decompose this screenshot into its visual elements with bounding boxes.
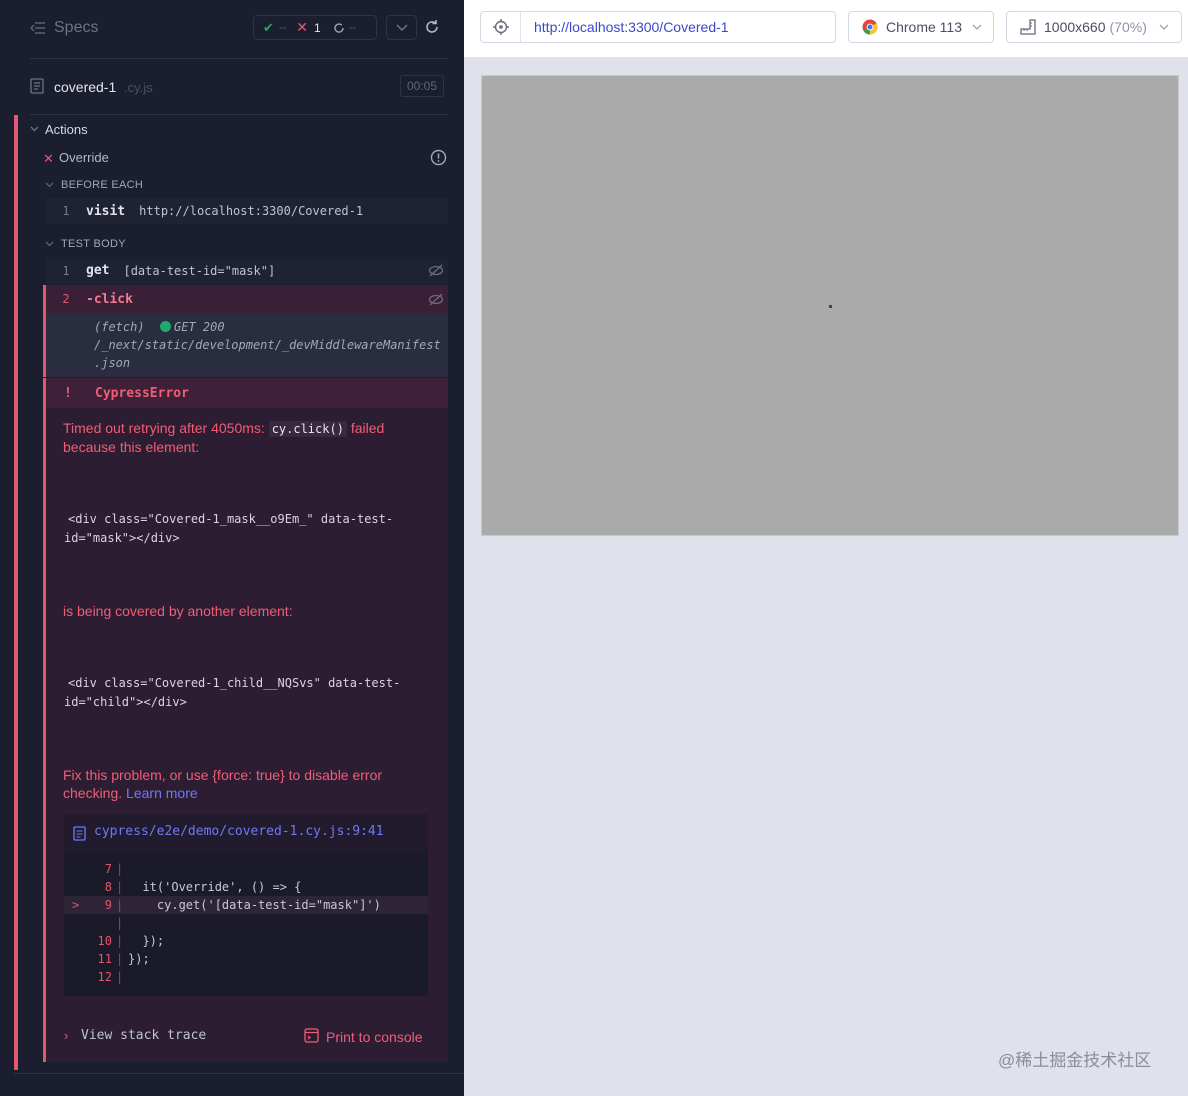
print-to-console-button[interactable]: Print to console <box>326 1029 423 1045</box>
spec-name: covered-1 <box>54 79 117 95</box>
console-icon <box>304 1028 319 1043</box>
covering-element-snippet: <div class="Covered-1_child__NQSvs" data… <box>64 676 401 709</box>
failed-x-icon: ✕ <box>296 19 308 35</box>
eye-slash-icon[interactable] <box>428 293 444 306</box>
fetch-url-line1: /_next/static/development/_devMiddleware… <box>94 338 441 352</box>
test-info-icon[interactable] <box>430 149 447 166</box>
command-click[interactable]: 2 -click <box>43 285 448 313</box>
passed-check-icon: ✔ <box>263 19 274 35</box>
command-get[interactable]: 1 get [data-test-id="mask"] <box>46 257 448 284</box>
chevron-down-icon <box>972 24 982 30</box>
eye-slash-icon[interactable] <box>428 264 444 277</box>
stats-pill: ✔ -- ✕ 1 -- <box>253 15 377 40</box>
fetch-status: GET 200 <box>174 320 225 334</box>
spec-file-icon <box>30 78 44 94</box>
browser-area: http://localhost:3300/Covered-1 Chrome 1… <box>464 0 1188 1096</box>
file-link[interactable]: cypress/e2e/demo/covered-1.cy.js:9:41 <box>94 824 384 839</box>
error-bar <box>43 378 46 1062</box>
error-name: CypressError <box>95 386 189 401</box>
code-line: 7 | <box>104 862 124 876</box>
status-dot-icon <box>160 321 171 332</box>
fix-text: Fix this problem, or use {force: true} t… <box>63 767 383 801</box>
viewport-size: 1000x660 <box>1044 19 1106 35</box>
command-name: visit <box>86 203 126 219</box>
spec-duration: 00:05 <box>400 75 444 97</box>
test-body-chevron-icon[interactable] <box>45 241 54 247</box>
command-number: 2 <box>62 292 70 306</box>
file-link-row[interactable]: cypress/e2e/demo/covered-1.cy.js:9:41 <box>64 814 428 852</box>
command-message: http://localhost:3300/Covered-1 <box>139 204 364 218</box>
chrome-icon <box>862 19 878 35</box>
pending-count: -- <box>348 21 356 34</box>
fetch-label: (fetch) <box>94 320 145 334</box>
command-visit[interactable]: 1 visit http://localhost:3300/Covered-1 <box>46 198 448 224</box>
covered-text: is being covered by another element: <box>63 603 293 619</box>
error-message: Timed out retrying after 4050ms: cy.clic… <box>63 419 433 456</box>
child-element-dot <box>829 305 832 308</box>
failed-count: 1 <box>313 20 321 35</box>
footer-divider <box>14 1073 464 1074</box>
ruler-icon <box>1020 19 1036 35</box>
spec-row: covered-1 .cy.js 00:05 <box>0 59 464 115</box>
watermark: @稀土掘金技术社区 <box>998 1051 1152 1070</box>
failed-command-bar <box>43 285 46 313</box>
spec-divider <box>30 114 448 115</box>
command-message: [data-test-id="mask"] <box>123 263 276 278</box>
browser-select[interactable]: Chrome 113 <box>848 11 994 43</box>
failed-command-bar <box>43 313 46 377</box>
app-viewport[interactable] <box>481 75 1179 536</box>
viewport-scale: (70%) <box>1109 19 1147 35</box>
command-name: get <box>86 263 110 278</box>
specs-label[interactable]: Specs <box>54 19 98 37</box>
chevron-down-icon <box>395 23 408 32</box>
failed-suite-bar <box>14 115 18 1070</box>
viewport-select[interactable]: 1000x660 (70%) <box>1006 11 1182 43</box>
rerun-icon[interactable] <box>423 18 441 36</box>
code-line-highlighted: > 9 | cy.get('[data-test-id="mask"]') <box>64 896 428 914</box>
code-line: 11 | }); <box>97 952 150 966</box>
collapse-dropdown-button[interactable] <box>386 15 417 40</box>
test-body-label[interactable]: TEST BODY <box>61 238 126 250</box>
code-line: 12 | <box>97 970 124 984</box>
error-msg-code: cy.click() <box>268 421 347 437</box>
url-bar[interactable]: http://localhost:3300/Covered-1 <box>480 11 836 43</box>
selector-playground-icon[interactable] <box>481 12 521 42</box>
actions-chevron-icon[interactable] <box>30 126 39 132</box>
document-icon <box>73 826 86 841</box>
pending-spinner-icon <box>333 22 345 34</box>
reporter-panel: Specs ✔ -- ✕ 1 -- covered-1 .cy.js 00:05 <box>0 0 464 1096</box>
chevron-down-icon <box>1159 24 1169 30</box>
url-text[interactable]: http://localhost:3300/Covered-1 <box>534 19 729 35</box>
error-header: ! CypressError <box>46 378 448 408</box>
fetch-url-line2: .json <box>94 356 131 370</box>
test-title[interactable]: Override <box>59 150 109 165</box>
before-each-label[interactable]: BEFORE EACH <box>61 179 143 191</box>
code-line: | <box>116 916 124 930</box>
command-number: 1 <box>62 263 70 278</box>
error-bang-icon: ! <box>64 386 72 401</box>
command-name: -click <box>86 291 133 307</box>
chevron-right-icon: › <box>64 1028 69 1043</box>
current-line-marker: > <box>72 898 80 912</box>
spec-ext: .cy.js <box>124 80 153 95</box>
error-msg-line2: because this element: <box>63 439 200 455</box>
browser-name: Chrome 113 <box>886 19 963 35</box>
before-each-chevron-icon[interactable] <box>45 182 54 188</box>
learn-more-link[interactable]: Learn more <box>126 785 198 801</box>
test-failed-icon: ✕ <box>43 151 54 166</box>
reporter-header: Specs ✔ -- ✕ 1 -- <box>0 0 464 58</box>
element-snippet: <div class="Covered-1_mask__o9Em_" data-… <box>64 512 394 545</box>
fetch-command[interactable]: (fetch) GET 200 /_next/static/developmen… <box>43 313 448 377</box>
specs-menu-icon[interactable] <box>30 19 46 37</box>
error-msg-part1: Timed out retrying after 4050ms: <box>63 420 265 436</box>
code-frame: 7 | 8 | it('Override', () => { > 9 | cy.get… <box>64 852 428 996</box>
command-number: 1 <box>62 204 70 218</box>
code-line: 8 | it('Override', () => { <box>104 880 302 894</box>
error-msg-part2: failed <box>350 420 385 436</box>
actions-label[interactable]: Actions <box>45 122 88 137</box>
view-stack-trace-button[interactable]: View stack trace <box>81 1028 206 1043</box>
passed-count: -- <box>278 21 287 34</box>
code-line: 10 | }); <box>97 934 165 948</box>
browser-toolbar: http://localhost:3300/Covered-1 Chrome 1… <box>464 0 1188 58</box>
